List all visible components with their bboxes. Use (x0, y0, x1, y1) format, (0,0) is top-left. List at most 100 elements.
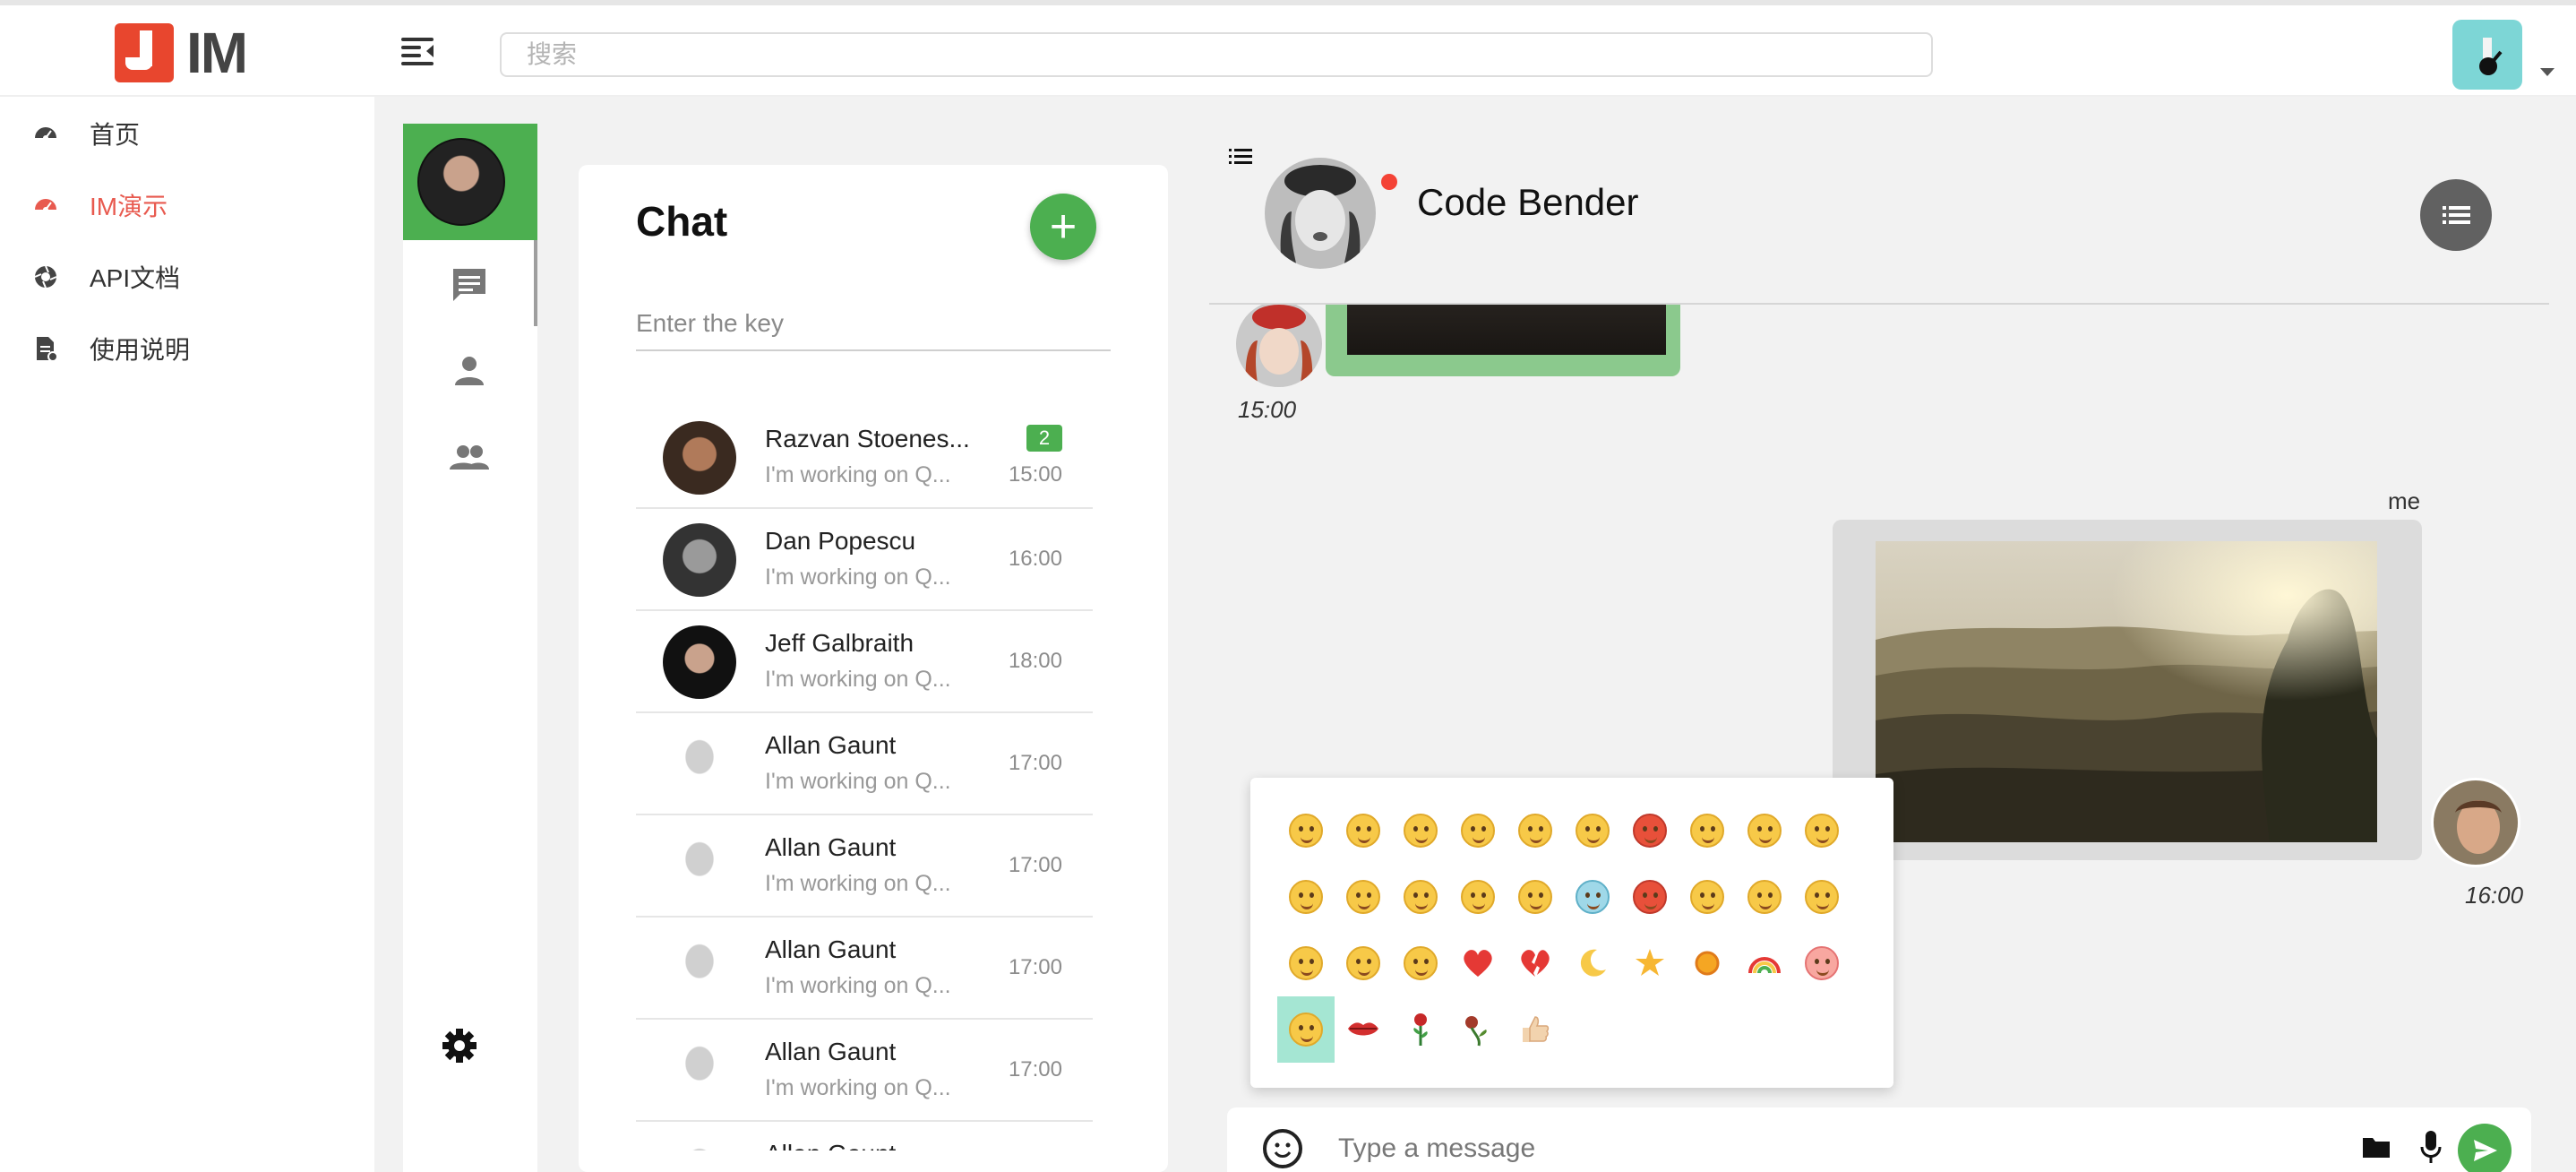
nav-item-usage-guide[interactable]: 使用说明 (32, 326, 190, 371)
emoji-hmm[interactable] (1736, 864, 1793, 930)
contact-avatar (663, 728, 736, 801)
star-icon[interactable] (1621, 930, 1679, 996)
rail-scrollbar[interactable] (534, 240, 537, 326)
online-status-indicator (1381, 174, 1397, 190)
message-preview: I'm working on Q... (765, 462, 951, 487)
emoji-sweat[interactable] (1449, 797, 1507, 864)
chat-list-item[interactable]: Allan Gaunt (636, 1122, 1093, 1150)
dashboard-icon (35, 199, 56, 212)
contact-name: Razvan Stoenes... (765, 425, 970, 452)
emoji-thinking[interactable] (1736, 797, 1793, 864)
my-avatar (2431, 778, 2520, 867)
emoji-furious[interactable] (1621, 864, 1679, 930)
nav-item-im-demo[interactable]: IM演示 (32, 183, 167, 228)
emoji-scream[interactable] (1564, 864, 1621, 930)
user-avatar[interactable] (2452, 20, 2522, 90)
emoji-grid (1277, 797, 1850, 1063)
emoji-mischief[interactable] (1507, 864, 1564, 930)
nav-item-api-docs[interactable]: API文档 (32, 254, 180, 299)
list-icon[interactable] (1229, 147, 1252, 165)
contact-name: Jeff Galbraith (765, 629, 914, 657)
nav-item-home[interactable]: 首页 (32, 111, 140, 156)
send-icon (2474, 1140, 2497, 1161)
emoji-skeptical[interactable] (1277, 930, 1335, 996)
settings-icon[interactable] (441, 1027, 478, 1064)
contact-name: Allan Gaunt (765, 1038, 897, 1065)
list-icon (2443, 206, 2470, 224)
emoji-sunglasses[interactable] (1564, 797, 1621, 864)
emoji-sweat-smile[interactable] (1679, 864, 1736, 930)
chat-list-item[interactable]: Razvan Stoenes... I'm working on Q... 2 … (636, 407, 1093, 509)
moon-icon[interactable] (1564, 930, 1621, 996)
menu-toggle-icon[interactable] (401, 38, 434, 65)
key-search-input[interactable] (636, 297, 1111, 351)
message-preview: I'm working on Q... (765, 1075, 951, 1100)
landscape-photo[interactable] (1876, 541, 2377, 842)
emoji-wink[interactable] (1507, 797, 1564, 864)
emoji-sad[interactable] (1793, 797, 1850, 864)
send-button[interactable] (2458, 1124, 2512, 1172)
video-thumbnail[interactable] (1347, 305, 1666, 355)
chat-panel-title: Chat (636, 198, 728, 245)
emoji-smirk[interactable] (1392, 797, 1449, 864)
incoming-media-message[interactable] (1326, 305, 1680, 376)
emoji-yawn[interactable] (1335, 930, 1392, 996)
profile-avatar[interactable] (417, 138, 505, 226)
nav-label: 首页 (90, 121, 141, 149)
chat-list-item[interactable]: Allan Gaunt I'm working on Q... 17:00 (636, 713, 1093, 815)
sun-icon[interactable] (1679, 930, 1736, 996)
chat-list-item[interactable]: Allan Gaunt I'm working on Q... 17:00 (636, 1020, 1093, 1122)
message-preview: I'm working on Q... (765, 667, 951, 692)
emoji-laugh[interactable] (1392, 864, 1449, 930)
rail-profile (403, 124, 537, 240)
emoji-toggle-icon[interactable] (1263, 1129, 1302, 1168)
emoji-grin[interactable] (1449, 864, 1507, 930)
search-input[interactable] (500, 32, 1933, 77)
emoji-confused[interactable] (1679, 797, 1736, 864)
chat-list-item[interactable]: Allan Gaunt I'm working on Q... 17:00 (636, 815, 1093, 918)
contact-avatar (663, 1136, 736, 1150)
conversation-avatar[interactable] (1265, 158, 1376, 269)
outgoing-image-message[interactable] (1833, 520, 2422, 860)
nav-label: IM演示 (90, 193, 168, 220)
folder-icon[interactable] (2361, 1134, 2391, 1159)
chat-icon[interactable] (448, 263, 491, 306)
emoji-neutral[interactable] (1335, 864, 1392, 930)
chevron-down-icon[interactable] (2540, 68, 2555, 76)
aperture-icon (34, 265, 57, 289)
emoji-tongue[interactable] (1335, 797, 1392, 864)
emoji-smile[interactable] (1277, 797, 1335, 864)
contact-avatar (663, 830, 736, 903)
rose-icon[interactable] (1392, 996, 1449, 1063)
message-time: 17:00 (1008, 1057, 1062, 1082)
emoji-shocked[interactable] (1793, 864, 1850, 930)
document-icon (37, 337, 58, 362)
person-icon[interactable] (448, 349, 491, 392)
broken-heart-icon[interactable] (1507, 930, 1564, 996)
emoji-heart-eyes[interactable] (1793, 930, 1850, 996)
microphone-icon[interactable] (2420, 1129, 2442, 1165)
message-input[interactable] (1338, 1124, 2288, 1172)
message-preview: I'm working on Q... (765, 871, 951, 896)
incoming-timestamp: 15:00 (1238, 396, 1297, 423)
chat-list-item[interactable]: Allan Gaunt I'm working on Q... 17:00 (636, 918, 1093, 1020)
emoji-relieved[interactable] (1392, 930, 1449, 996)
sender-me-label: me (2388, 487, 2421, 514)
add-chat-button[interactable]: + (1030, 194, 1096, 260)
emoji-crying[interactable] (1277, 864, 1335, 930)
emoji-angry[interactable] (1621, 797, 1679, 864)
message-time: 18:00 (1008, 649, 1062, 673)
emoji-kiss[interactable] (1277, 996, 1335, 1063)
contact-avatar (663, 523, 736, 597)
thumbs-up-icon[interactable] (1507, 996, 1564, 1063)
message-time: 15:00 (1008, 462, 1062, 487)
outgoing-timestamp: 16:00 (2465, 882, 2524, 909)
rainbow-icon[interactable] (1736, 930, 1793, 996)
lips-icon[interactable] (1335, 996, 1392, 1063)
conversation-options-button[interactable] (2420, 179, 2492, 251)
heart-icon[interactable] (1449, 930, 1507, 996)
chat-list-item[interactable]: Dan Popescu I'm working on Q... 16:00 (636, 509, 1093, 611)
group-icon[interactable] (448, 435, 491, 478)
wilted-rose-icon[interactable] (1449, 996, 1507, 1063)
chat-list-item[interactable]: Jeff Galbraith I'm working on Q... 18:00 (636, 611, 1093, 713)
